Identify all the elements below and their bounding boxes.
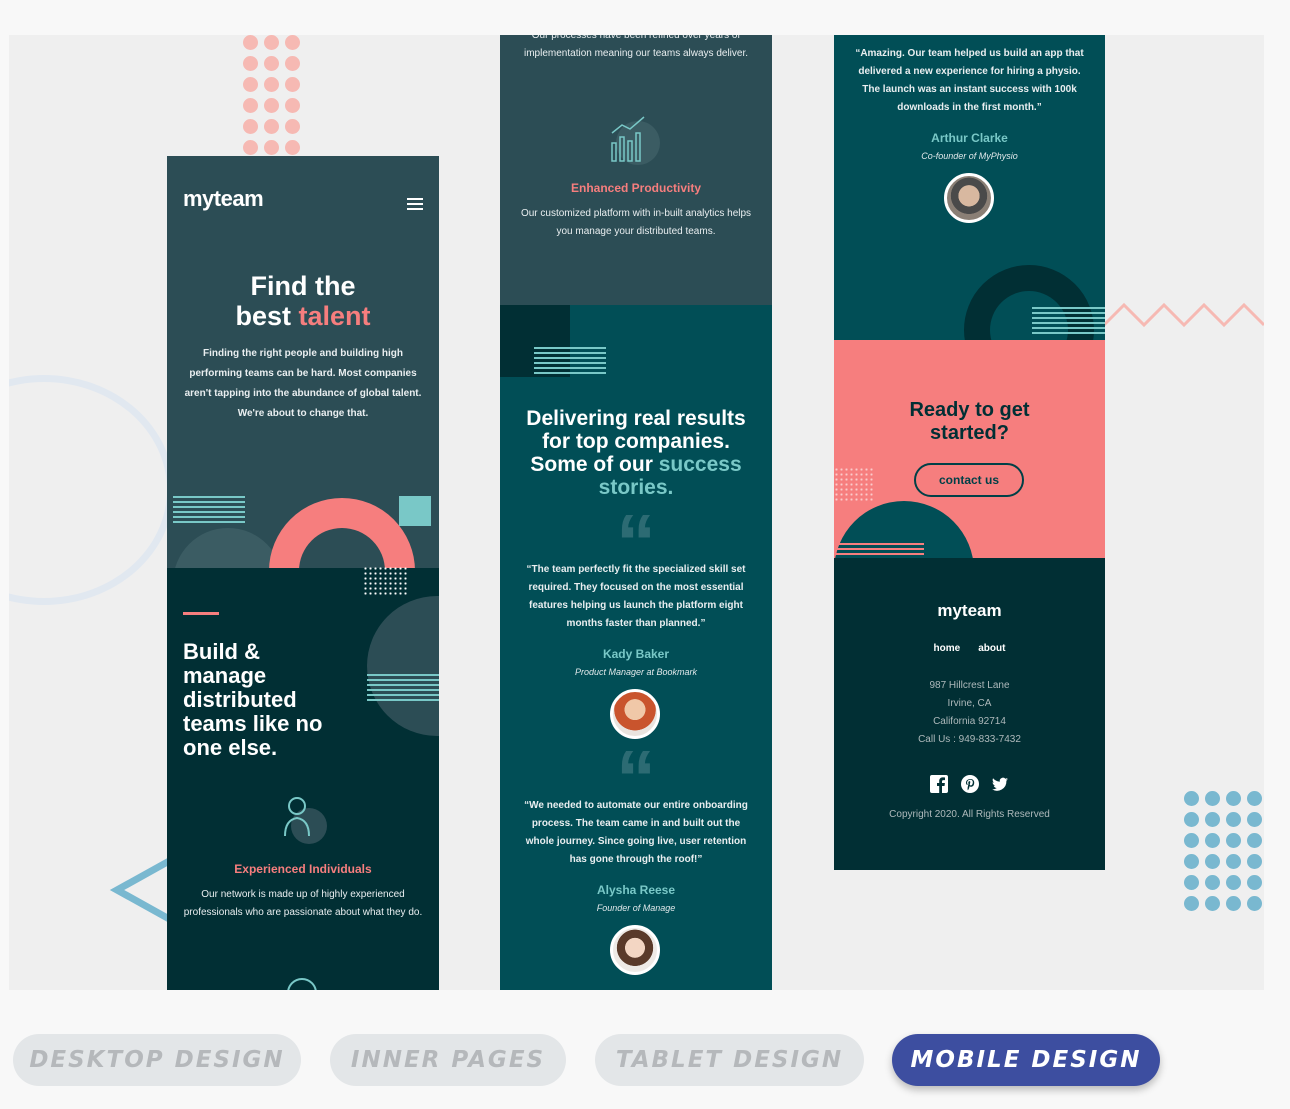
testimonial-quote-1: “The team perfectly fit the specialized … xyxy=(526,564,746,629)
testimonial-name-3: Arthur Clarke xyxy=(931,131,1008,145)
testimonial-role-2: Founder of Manage xyxy=(596,903,676,913)
feature-text: Our network is made up of highly experie… xyxy=(183,889,423,918)
contact-us-button[interactable]: contact us xyxy=(914,463,1024,497)
gear-icon xyxy=(287,978,317,990)
hero-title-line1: Find the xyxy=(250,271,356,301)
tab-inner-pages[interactable]: INNER PAGES xyxy=(330,1034,566,1086)
dot-grid-decoration-2 xyxy=(834,467,874,501)
facebook-icon[interactable] xyxy=(930,775,949,793)
section-accent-line xyxy=(183,612,219,615)
social-links xyxy=(834,775,1105,798)
testimonial-role-1: Product Manager at Bookmark xyxy=(574,667,698,677)
footer-nav-home[interactable]: home xyxy=(934,643,961,654)
footer-phone: Call Us : 949-833-7432 xyxy=(918,734,1021,745)
pinterest-icon[interactable] xyxy=(960,775,979,793)
hero-title: Find the best talent xyxy=(167,271,439,331)
design-showcase: myteam Find the best talent Finding the … xyxy=(9,35,1264,990)
hero-text: Finding the right people and building hi… xyxy=(184,348,422,419)
hero-title-highlight: talent xyxy=(298,301,371,331)
feature-title-2: Enhanced Productivity xyxy=(570,181,702,195)
ring-decoration xyxy=(9,375,174,605)
feature-text-2: Our customized platform with in-built an… xyxy=(520,208,752,237)
stripes-decoration-3 xyxy=(534,347,606,377)
tab-mobile-design[interactable]: MOBILE DESIGN xyxy=(892,1034,1160,1086)
tab-tablet-design[interactable]: TABLET DESIGN xyxy=(595,1034,864,1086)
twitter-icon[interactable] xyxy=(991,775,1009,793)
address-line3: California 92714 xyxy=(933,716,1006,727)
testimonial-role-3: Co-founder of MyPhysio xyxy=(921,151,1018,161)
testimonial-name-2: Alysha Reese xyxy=(596,883,676,897)
address-line2: Irvine, CA xyxy=(947,698,992,709)
testimonial-quote-3: “Amazing. Our team helped us build an ap… xyxy=(855,48,1084,113)
pink-dots-decoration xyxy=(243,35,300,155)
dot-grid-decoration xyxy=(363,566,407,596)
address-line1: 987 Hillcrest Lane xyxy=(929,680,1010,691)
logo: myteam xyxy=(183,186,264,211)
mobile-about-screen: Our processes have been refined over yea… xyxy=(500,35,772,990)
cta-title: Ready to get started? xyxy=(909,399,1030,444)
process-text: Our processes have been refined over yea… xyxy=(524,35,748,59)
stripes-decoration-2 xyxy=(367,674,439,704)
stripes-decoration xyxy=(173,496,245,526)
copyright: Copyright 2020. All Rights Reserved xyxy=(889,809,1050,820)
avatar-arthur xyxy=(944,173,994,223)
footer-nav-about[interactable]: about xyxy=(978,643,1005,654)
footer-address: 987 Hillcrest Lane Irvine, CA California… xyxy=(834,677,1105,749)
square-decoration xyxy=(399,496,431,526)
person-icon xyxy=(284,797,327,844)
tab-desktop-design[interactable]: DESKTOP DESIGN xyxy=(13,1034,301,1086)
testimonial-name-1: Kady Baker xyxy=(602,647,670,661)
design-tabs: DESKTOP DESIGN INNER PAGES TABLET DESIGN… xyxy=(0,1034,1290,1090)
results-title: Delivering real results for top companie… xyxy=(518,407,754,499)
avatar-kady xyxy=(610,689,660,739)
footer-logo[interactable]: myteam xyxy=(834,601,1105,621)
zigzag-decoration xyxy=(1104,302,1264,328)
avatar-alysha xyxy=(610,925,660,975)
section-title: Build & manage distributed teams like no… xyxy=(183,639,323,760)
coral-stripes-decoration xyxy=(834,543,924,558)
testimonial-quote-2: “We needed to automate our entire onboar… xyxy=(524,800,748,865)
mobile-home-screen: myteam Find the best talent Finding the … xyxy=(167,156,439,990)
mobile-contact-footer-screen: “Amazing. Our team helped us build an ap… xyxy=(834,35,1105,870)
hero-title-line2a: best xyxy=(235,301,299,331)
blue-dots-decoration xyxy=(1184,791,1262,911)
stripes-decoration-4 xyxy=(1032,307,1105,337)
footer-nav: home about xyxy=(834,643,1105,654)
hamburger-menu-icon[interactable] xyxy=(407,195,423,213)
feature-title: Experienced Individuals xyxy=(234,862,372,876)
chart-icon xyxy=(611,116,660,165)
